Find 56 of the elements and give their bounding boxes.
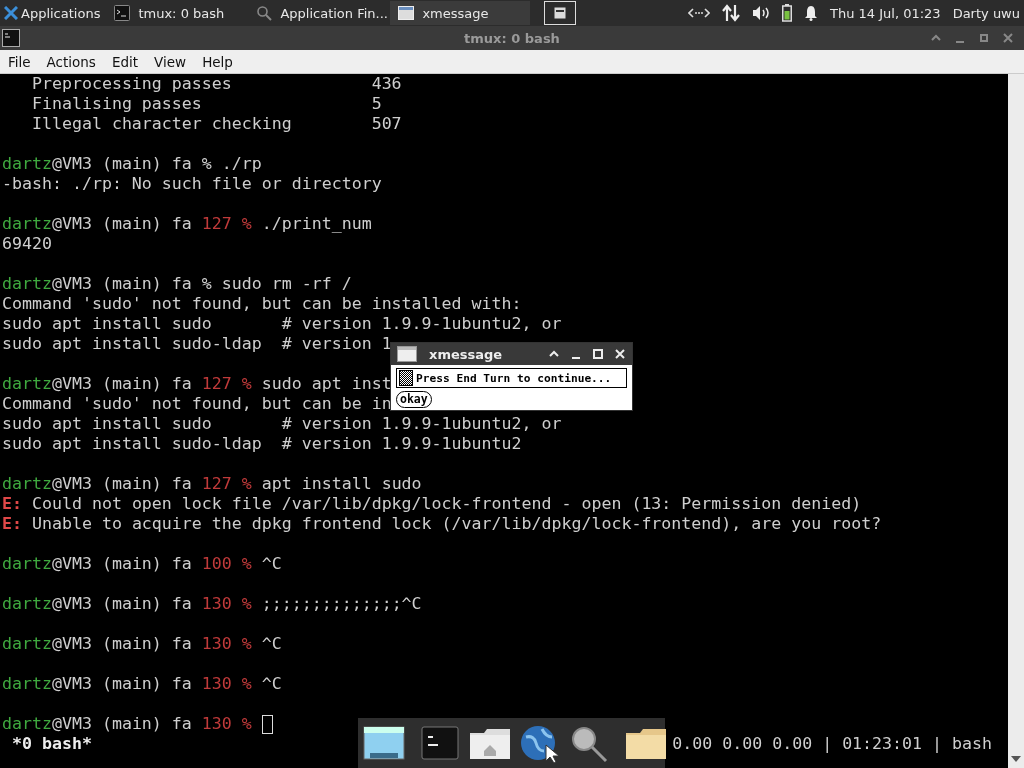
transfer-arrows-icon[interactable] — [722, 4, 740, 22]
globe-icon[interactable] — [518, 723, 562, 763]
terminal-line: Preprocessing passes 436 — [30, 74, 402, 94]
x-logo-icon — [4, 6, 18, 20]
terminal-line: dartz@VM3 (main) fa 100 % ^C — [2, 554, 282, 574]
search-icon — [256, 5, 273, 21]
terminal-line: sudo apt install sudo-ldap # version 1 — [2, 334, 392, 354]
clock[interactable]: Thu 14 Jul, 01:23 — [830, 5, 941, 21]
menu-item[interactable]: View — [146, 53, 195, 70]
scroll-down-icon[interactable] — [1011, 756, 1021, 762]
terminal-line: dartz@VM3 (main) fa 127 % sudo apt inst — [2, 374, 392, 394]
show-desktop-icon[interactable] — [362, 723, 406, 763]
tmux-window-label[interactable]: *0 bash* — [2, 734, 92, 754]
window-icon — [397, 346, 417, 362]
terminal-icon[interactable] — [2, 29, 20, 47]
menu-item[interactable]: Edit — [103, 53, 147, 70]
terminal-line: dartz@VM3 (main) fa % ./rp — [2, 154, 262, 174]
terminal-line: sudo apt install sudo # version 1.9.9-1ubuntu2, or — [2, 314, 562, 334]
terminal-line: E: Unable to acquire the dpkg frontend lock (/var/lib/dpkg/lock-frontend), are you root? — [2, 514, 882, 534]
terminal-line: E: Could not open lock file /var/lib/dpkg/lock-frontend - open (13: Permission denied) — [2, 494, 862, 514]
terminal-line: sudo apt install sudo-ldap # version 1.9.9-1ubuntu2 — [2, 434, 522, 454]
terminal-line: dartz@VM3 (main) fa 130 % ^C — [2, 634, 282, 654]
dialog-title: xmessage — [429, 346, 503, 362]
window-icon — [554, 7, 567, 19]
menu-item[interactable]: Help — [194, 53, 241, 70]
window-title: tmux: 0 bash — [463, 30, 561, 46]
menu-item[interactable]: File — [0, 53, 39, 70]
bell-icon[interactable] — [804, 5, 818, 21]
terminal-line: dartz@VM3 (main) fa % sudo rm -rf / — [2, 274, 352, 294]
scrollbar[interactable] — [1008, 74, 1024, 768]
terminal-line: dartz@VM3 (main) fa 130 % — [2, 714, 252, 734]
applications-menu[interactable]: Applications — [0, 0, 107, 26]
terminal-line: dartz@VM3 (main) fa 127 % apt install sudo — [2, 474, 422, 494]
user-menu[interactable]: Darty uwu — [952, 5, 1020, 21]
volume-icon[interactable] — [752, 5, 770, 21]
message-text: Press End Turn to continue... — [416, 371, 612, 385]
terminal-line: Illegal character checking 507 — [30, 114, 402, 134]
terminal-line: dartz@VM3 (main) fa 130 % ^C — [2, 674, 282, 694]
terminal-icon — [114, 5, 131, 21]
terminal-line: 69420 — [2, 234, 52, 254]
menu-item[interactable]: Actions — [38, 53, 104, 70]
terminal-line: Command 'sudo' not found, but can be in — [2, 394, 392, 414]
maximize-icon[interactable] — [592, 348, 604, 360]
tmux-status: 0.00 0.00 0.00 | 01:23:01 | bash — [672, 734, 992, 754]
battery-icon[interactable] — [782, 4, 792, 22]
terminal-line: -bash: ./rp: No such file or directory — [2, 174, 382, 194]
terminal-line: dartz@VM3 (main) fa 130 % ;;;;;;;;;;;;;;^C — [2, 594, 422, 614]
terminal-line: Command 'sudo' not found, but can be installed with: — [2, 294, 522, 314]
terminal-line: sudo apt install sudo # version 1.9.9-1ubuntu2, or — [2, 414, 562, 434]
terminal-line: Finalising passes 5 — [30, 94, 382, 114]
workspace-button[interactable] — [544, 1, 577, 25]
okay-button[interactable]: okay — [396, 391, 432, 408]
taskbar-button[interactable]: xmessage — [390, 1, 531, 25]
window-icon — [398, 5, 415, 21]
network-icon[interactable] — [688, 6, 710, 20]
terminal-line: dartz@VM3 (main) fa 127 % ./print_num — [2, 214, 372, 234]
